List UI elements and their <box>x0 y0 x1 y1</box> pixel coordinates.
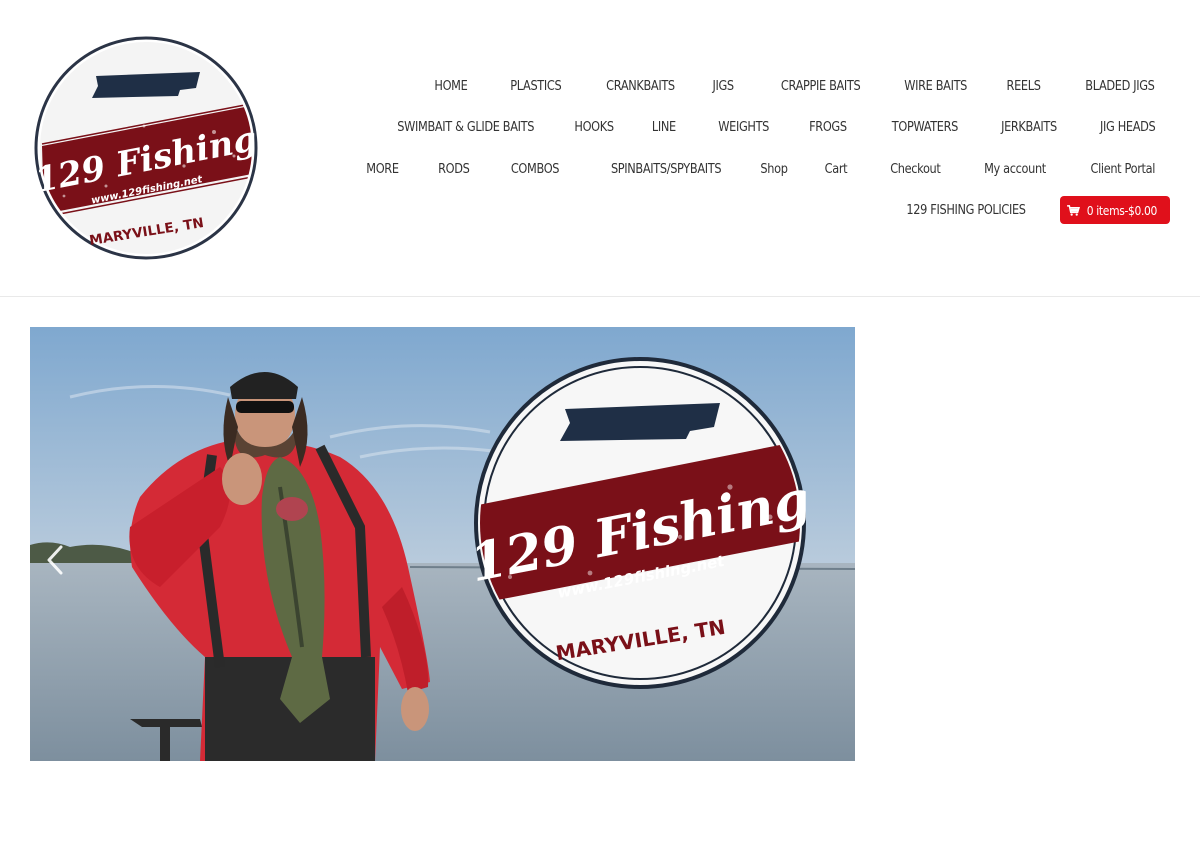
nav-frogs[interactable]: FROGS <box>809 120 847 135</box>
nav-crappie-baits[interactable]: CRAPPIE BAITS <box>780 79 860 94</box>
nav-crankbaits[interactable]: CRANKBAITS <box>606 79 675 94</box>
nav-reels[interactable]: REELS <box>1006 79 1040 94</box>
cart-button[interactable]: 0 items-$0.00 <box>1060 196 1170 224</box>
nav-jerkbaits[interactable]: JERKBAITS <box>1001 120 1057 135</box>
nav-client-portal[interactable]: Client Portal <box>1090 162 1155 177</box>
nav-cart[interactable]: Cart <box>825 162 848 177</box>
cart-icon <box>1067 204 1081 216</box>
nav-bladed-jigs[interactable]: BLADED JIGS <box>1086 79 1156 94</box>
cart-total-label: 0 items-$0.00 <box>1086 202 1158 218</box>
nav-more[interactable]: MORE <box>366 162 399 177</box>
nav-topwaters[interactable]: TOPWATERS <box>892 120 959 135</box>
nav-plastics[interactable]: PLASTICS <box>510 79 561 94</box>
slide-image: 129 Fishing www.129fishing.net MARYVILLE… <box>30 327 855 761</box>
nav-my-account[interactable]: My account <box>984 162 1046 177</box>
nav-wire-baits[interactable]: WIRE BAITS <box>904 79 967 94</box>
nav-hooks[interactable]: HOOKS <box>575 120 615 135</box>
nav-row-3: MORE RODS COMBOS SPINBAITS/SPYBAITS Shop… <box>327 155 1155 183</box>
chevron-left-icon[interactable] <box>44 543 66 577</box>
nav-checkout[interactable]: Checkout <box>890 162 941 177</box>
nav-combos[interactable]: COMBOS <box>511 162 560 177</box>
nav-129-fishing-policies[interactable]: 129 FISHING POLICIES <box>907 203 1027 218</box>
nav-row-2: SWIMBAIT & GLIDE BAITS HOOKS LINE WEIGHT… <box>341 113 1156 141</box>
nav-shop[interactable]: Shop <box>760 162 787 177</box>
nav-home[interactable]: HOME <box>435 79 468 94</box>
nav-swimbait-glide-baits[interactable]: SWIMBAIT & GLIDE BAITS <box>398 120 535 135</box>
nav-spinbaits-spybaits[interactable]: SPINBAITS/SPYBAITS <box>611 162 722 177</box>
nav-rods[interactable]: RODS <box>438 162 470 177</box>
nav-row-4: 129 FISHING POLICIES 0 items-$0.00 <box>853 196 1170 224</box>
hero-slider[interactable]: 129 Fishing www.129fishing.net MARYVILLE… <box>30 327 855 761</box>
nav-row-1: HOME PLASTICS CRANKBAITS JIGS CRAPPIE BA… <box>395 72 1156 100</box>
site-header: 129 Fishing www.129fishing.net MARYVILLE… <box>0 0 1200 297</box>
nav-weights[interactable]: WEIGHTS <box>718 120 769 135</box>
brand-logo[interactable]: 129 Fishing www.129fishing.net MARYVILLE… <box>34 36 258 260</box>
nav-line[interactable]: LINE <box>652 120 676 135</box>
nav-jig-heads[interactable]: JIG HEADS <box>1100 120 1156 135</box>
nav-jigs[interactable]: JIGS <box>712 79 734 94</box>
